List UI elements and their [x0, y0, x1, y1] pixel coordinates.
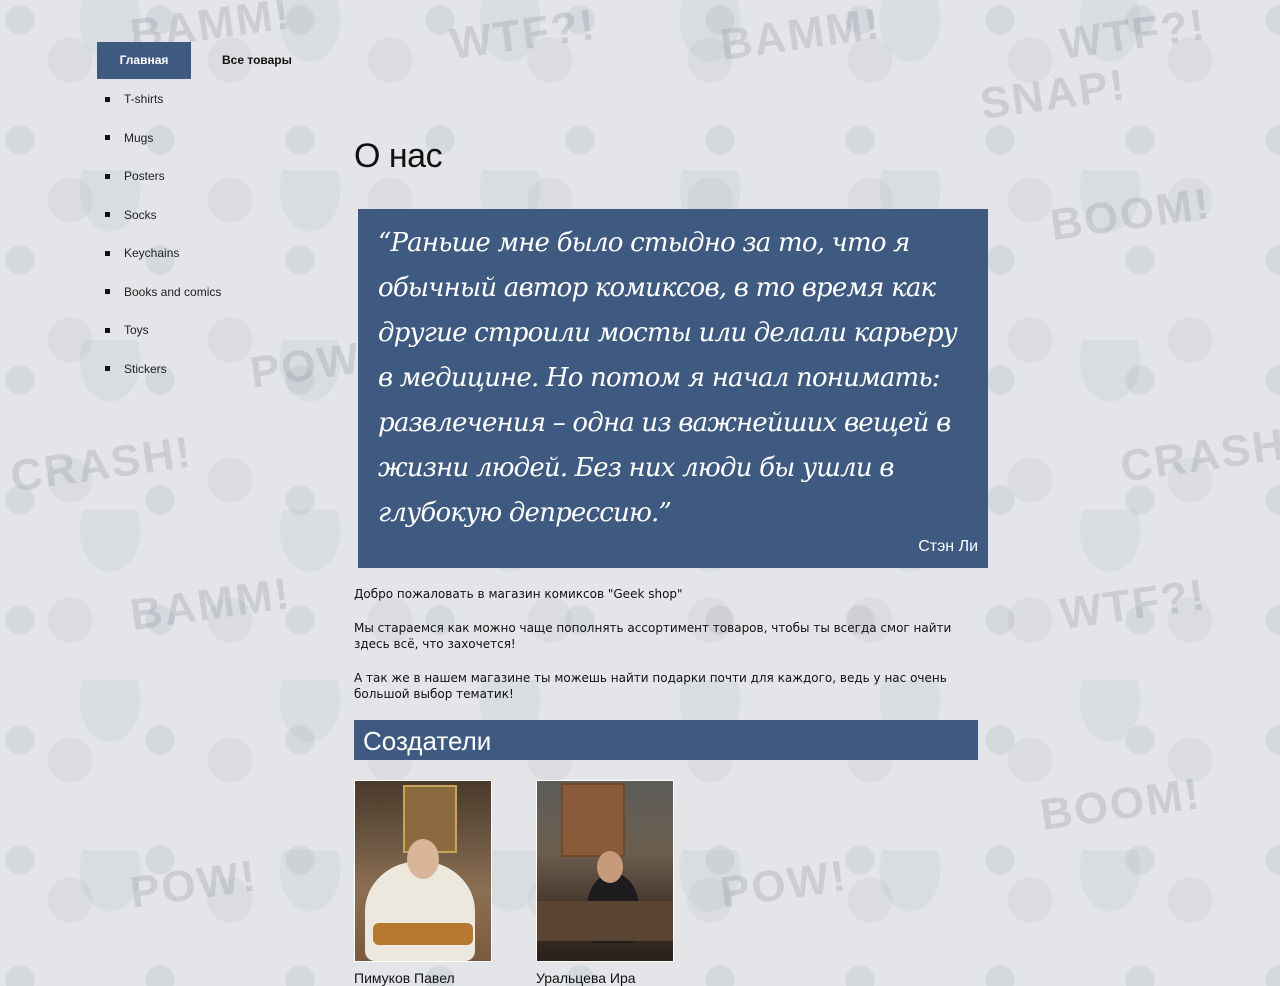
- background-comic-text: SNAP!: [977, 60, 1130, 129]
- bullet-icon: [105, 366, 110, 372]
- welcome-paragraph: Добро пожаловать в магазин комиксов "Gee…: [354, 587, 683, 601]
- quote-author: Стэн Ли: [918, 538, 978, 555]
- creators-heading: Создатели: [354, 720, 978, 760]
- background-comic-text: BAMM!: [127, 569, 295, 641]
- table-board: [373, 923, 473, 945]
- bullet-icon: [105, 135, 110, 141]
- nav-tab-all-products[interactable]: Все товары: [222, 42, 292, 79]
- creator-photo: [354, 780, 492, 962]
- sidebar-item-mugs[interactable]: Mugs: [105, 119, 221, 158]
- sidebar-item-label: Toys: [124, 323, 149, 338]
- creator-card: Уральцева Ира: [536, 780, 674, 986]
- background-comic-text: BAMM!: [717, 0, 885, 71]
- bullet-icon: [105, 173, 110, 179]
- sidebar-item-label: T-shirts: [124, 92, 164, 107]
- bullet-icon: [105, 289, 110, 295]
- quote-text: “Раньше мне было стыдно за то, что я обы…: [378, 228, 958, 528]
- main-content: О нас “Раньше мне было стыдно за то, что…: [354, 118, 988, 986]
- background-comic-text: CRASH!: [7, 427, 196, 502]
- sidebar-item-label: Socks: [124, 207, 157, 222]
- background-comic-text: WTF?!: [447, 0, 600, 69]
- sidebar-item-toys[interactable]: Toys: [105, 311, 221, 350]
- creator-card: Пимуков Павел: [354, 780, 492, 986]
- painting-frame: [561, 783, 625, 857]
- bullet-icon: [105, 250, 110, 256]
- background-comic-text: WTF?!: [1057, 570, 1210, 639]
- nav-tab-home[interactable]: Главная: [97, 42, 191, 79]
- sidebar-item-label: Stickers: [124, 361, 167, 376]
- category-list: T-shirts Mugs Posters Socks Keychains Bo…: [105, 80, 221, 388]
- background-comic-text: WTF?!: [1057, 0, 1210, 69]
- sidebar-item-stickers[interactable]: Stickers: [105, 350, 221, 389]
- creator-name: Уральцева Ира: [536, 970, 636, 986]
- creators-list: Пимуков Павел Уральцева Ира: [354, 780, 978, 986]
- background-comic-text: BOOM!: [1037, 769, 1205, 841]
- bullet-icon: [105, 96, 110, 102]
- sidebar-item-label: Books and comics: [124, 284, 222, 299]
- sidebar-item-posters[interactable]: Posters: [105, 157, 221, 196]
- top-navigation: Главная Все товары: [97, 42, 292, 79]
- background-comic-text: POW!: [127, 851, 261, 918]
- sidebar-item-label: Mugs: [124, 130, 154, 145]
- sidebar-item-label: Keychains: [124, 246, 180, 261]
- background-comic-text: BOOM!: [1047, 179, 1215, 251]
- sidebar-item-tshirts[interactable]: T-shirts: [105, 80, 221, 119]
- bullet-icon: [105, 212, 110, 218]
- assortment-paragraph: Мы стараемся как можно чаще пополнять ас…: [354, 621, 952, 651]
- sidebar-item-label: Posters: [124, 169, 165, 184]
- sofa: [537, 901, 673, 941]
- page-title: О нас: [354, 137, 443, 175]
- sidebar-item-books-comics[interactable]: Books and comics: [105, 273, 221, 312]
- gifts-paragraph: А так же в нашем магазине ты можешь найт…: [354, 671, 947, 701]
- creator-name: Пимуков Павел: [354, 970, 455, 986]
- sidebar-item-keychains[interactable]: Keychains: [105, 234, 221, 273]
- bullet-icon: [105, 327, 110, 333]
- sidebar-item-socks[interactable]: Socks: [105, 196, 221, 235]
- quote-block: “Раньше мне было стыдно за то, что я обы…: [358, 209, 988, 568]
- creator-photo: [536, 780, 674, 962]
- person-head: [407, 839, 439, 879]
- person-head: [597, 851, 623, 883]
- background-comic-text: CRASH!: [1117, 417, 1280, 492]
